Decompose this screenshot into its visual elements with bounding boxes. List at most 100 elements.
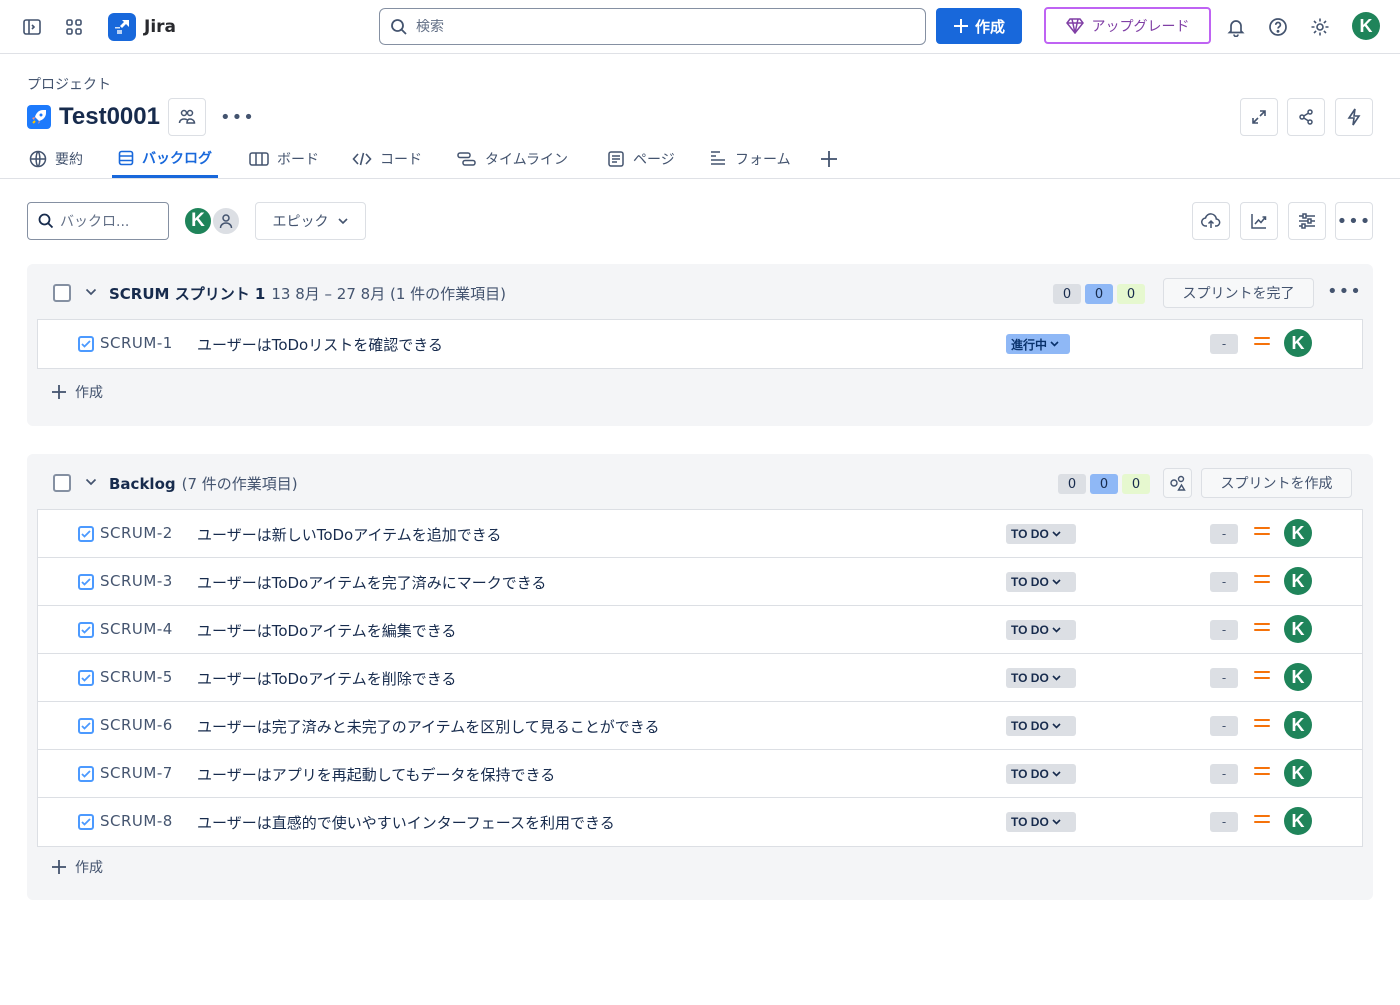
toolbar-more-button[interactable]: ••• [1335,202,1373,240]
story-points-estimate[interactable]: - [1210,572,1238,592]
jira-logo[interactable]: Jira [108,13,176,41]
status-dropdown[interactable]: TO DO [1006,668,1076,688]
unassigned-avatar[interactable] [211,206,241,236]
tab-pages[interactable]: ページ [607,140,675,178]
assignee-avatar[interactable]: K [1284,519,1312,547]
issue-summary[interactable]: ユーザーはToDoリストを確認できる [197,334,443,355]
issue-row[interactable]: SCRUM-6 ユーザーは完了済みと未完了のアイテムを区別して見ることができる … [38,702,1362,750]
issue-row[interactable]: SCRUM-7 ユーザーはアプリを再起動してもデータを保持できる TO DO -… [38,750,1362,798]
backlog-create-issue-button[interactable]: 作成 [51,857,103,877]
tab-code[interactable]: コード [352,140,422,178]
priority-medium-icon[interactable] [1254,623,1270,635]
story-points-estimate[interactable]: - [1210,334,1238,354]
app-switcher-icon[interactable] [62,15,86,39]
issue-summary[interactable]: ユーザーはToDoアイテムを編集できる [197,620,456,641]
more-actions-icon[interactable]: ••• [220,107,255,128]
story-points-estimate[interactable]: - [1210,764,1238,784]
create-button[interactable]: 作成 [936,8,1022,44]
issue-key[interactable]: SCRUM-6 [100,716,173,734]
issue-key[interactable]: SCRUM-5 [100,668,173,686]
issue-summary[interactable]: ユーザーはToDoアイテムを完了済みにマークできる [197,572,546,593]
priority-medium-icon[interactable] [1254,671,1270,683]
story-points-estimate[interactable]: - [1210,716,1238,736]
issue-summary[interactable]: ユーザーは新しいToDoアイテムを追加できる [197,524,501,545]
chevron-down-icon[interactable] [85,478,97,486]
backlog-search[interactable]: バックロ... [27,202,169,240]
sprint-more-icon[interactable]: ••• [1327,281,1362,302]
issue-row[interactable]: SCRUM-3 ユーザーはToDoアイテムを完了済みにマークできる TO DO … [38,558,1362,606]
add-tab-button[interactable] [820,140,838,178]
status-dropdown[interactable]: TO DO [1006,620,1076,640]
help-icon[interactable] [1266,15,1290,39]
priority-medium-icon[interactable] [1254,575,1270,587]
story-points-estimate[interactable]: - [1210,668,1238,688]
issue-row[interactable]: SCRUM-5 ユーザーはToDoアイテムを削除できる TO DO - K [38,654,1362,702]
issue-row[interactable]: SCRUM-2 ユーザーは新しいToDoアイテムを追加できる TO DO - K [38,510,1362,558]
status-dropdown[interactable]: TO DO [1006,524,1076,544]
story-points-estimate[interactable]: - [1210,620,1238,640]
assignee-avatar[interactable]: K [1284,567,1312,595]
backlog-select-checkbox[interactable] [53,474,71,492]
tab-backlog[interactable]: バックログ [112,140,218,178]
insights-button[interactable] [1240,202,1278,240]
assignee-avatar[interactable]: K [1284,615,1312,643]
issue-key[interactable]: SCRUM-2 [100,524,173,542]
fullscreen-button[interactable] [1240,98,1278,136]
automation-button[interactable] [1335,98,1373,136]
create-sprint-button[interactable]: スプリントを作成 [1201,468,1352,498]
sprint-select-checkbox[interactable] [53,284,71,302]
status-dropdown[interactable]: TO DO [1006,716,1076,736]
tab-forms[interactable]: フォーム [709,140,791,178]
chevron-down-icon[interactable] [85,288,97,296]
import-button[interactable] [1192,202,1230,240]
tab-timeline[interactable]: タイムライン [457,140,568,178]
priority-medium-icon[interactable] [1254,527,1270,539]
assignee-avatar[interactable]: K [1284,329,1312,357]
create-issue-label: 作成 [75,860,103,876]
filter-avatar[interactable]: K [183,206,213,236]
story-points-estimate[interactable]: - [1210,524,1238,544]
upgrade-button[interactable]: アップグレード [1044,7,1211,44]
settings-icon[interactable] [1308,15,1332,39]
notifications-icon[interactable] [1224,15,1248,39]
issue-key[interactable]: SCRUM-8 [100,812,173,830]
issue-summary[interactable]: ユーザーはアプリを再起動してもデータを保持できる [197,764,555,785]
issue-summary[interactable]: ユーザーは直感的で使いやすいインターフェースを利用できる [197,812,615,833]
assignee-avatar[interactable]: K [1284,807,1312,835]
global-search[interactable] [379,8,926,45]
priority-medium-icon[interactable] [1254,337,1270,349]
priority-medium-icon[interactable] [1254,815,1270,827]
sidebar-toggle-icon[interactable] [20,15,44,39]
issue-summary[interactable]: ユーザーはToDoアイテムを削除できる [197,668,456,689]
share-button[interactable] [1287,98,1325,136]
status-dropdown[interactable]: 進行中 [1006,334,1070,354]
user-avatar[interactable]: K [1352,12,1380,40]
backlog-filter-button[interactable] [1163,468,1192,498]
assignee-avatar[interactable]: K [1284,663,1312,691]
epic-filter-button[interactable]: エピック [255,202,366,240]
status-dropdown[interactable]: TO DO [1006,572,1076,592]
breadcrumb[interactable]: プロジェクト [27,74,111,94]
issue-key[interactable]: SCRUM-4 [100,620,173,638]
status-dropdown[interactable]: TO DO [1006,764,1076,784]
issue-row[interactable]: SCRUM-1 ユーザーはToDoリストを確認できる 進行中 - K [38,320,1362,368]
issue-row[interactable]: SCRUM-8 ユーザーは直感的で使いやすいインターフェースを利用できる TO … [38,798,1362,846]
status-dropdown[interactable]: TO DO [1006,812,1076,832]
complete-sprint-button[interactable]: スプリントを完了 [1163,278,1314,308]
issue-key[interactable]: SCRUM-7 [100,764,173,782]
view-settings-button[interactable] [1288,202,1326,240]
global-search-input[interactable] [416,18,896,35]
team-button[interactable] [167,98,206,136]
tab-summary[interactable]: 要約 [29,140,83,178]
tab-board[interactable]: ボード [249,140,319,178]
sprint-create-issue-button[interactable]: 作成 [51,382,103,402]
assignee-avatar[interactable]: K [1284,711,1312,739]
story-points-estimate[interactable]: - [1210,812,1238,832]
issue-row[interactable]: SCRUM-4 ユーザーはToDoアイテムを編集できる TO DO - K [38,606,1362,654]
assignee-avatar[interactable]: K [1284,759,1312,787]
issue-key[interactable]: SCRUM-3 [100,572,173,590]
issue-summary[interactable]: ユーザーは完了済みと未完了のアイテムを区別して見ることができる [197,716,659,737]
priority-medium-icon[interactable] [1254,719,1270,731]
priority-medium-icon[interactable] [1254,767,1270,779]
issue-key[interactable]: SCRUM-1 [100,334,173,352]
